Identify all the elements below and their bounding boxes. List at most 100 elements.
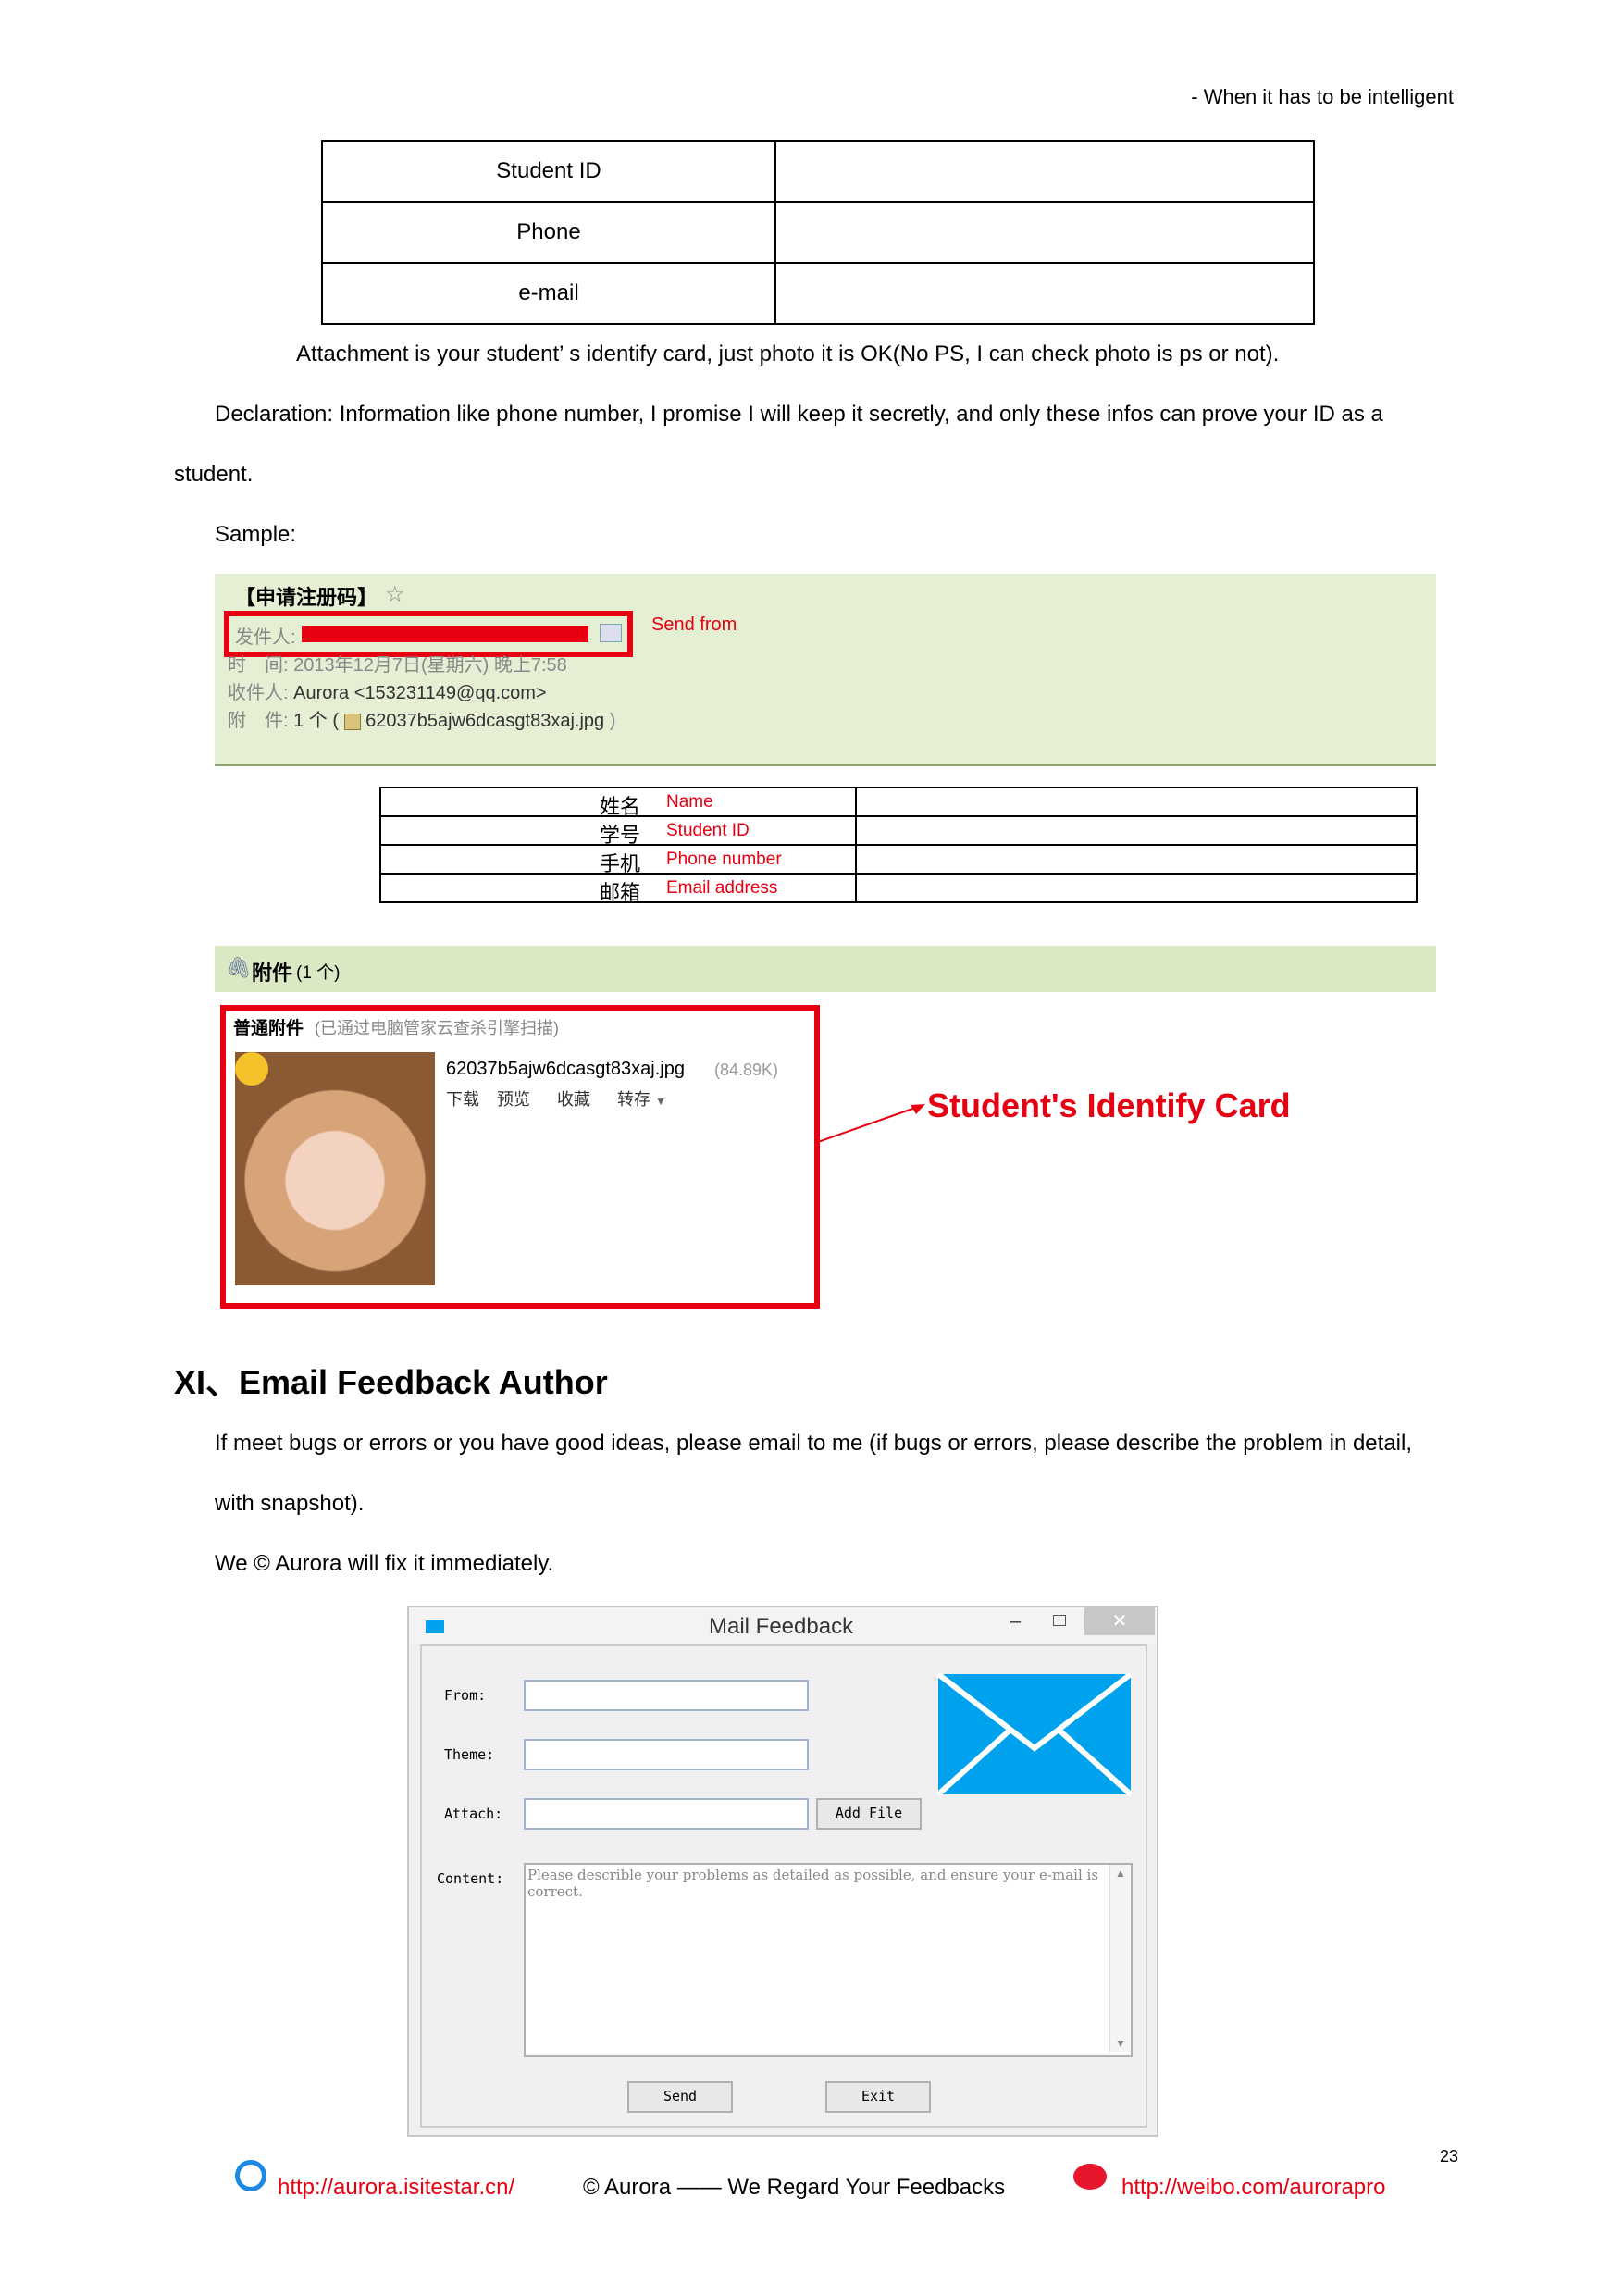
section-heading: XI、Email Feedback Author	[174, 1363, 608, 1401]
scroll-up-icon[interactable]: ▲	[1115, 1867, 1126, 1880]
sample-info-table: 姓名 Name 学号 Student ID 手机 Phone number 邮箱 Ema…	[379, 787, 1418, 904]
time-label: 时 间:	[228, 655, 289, 676]
sample-label: Sample:	[215, 522, 297, 547]
chevron-down-icon[interactable]: ▼	[655, 1095, 666, 1108]
favorite-link[interactable]: 收藏	[557, 1090, 590, 1109]
mail-feedback-window: Mail Feedback – ✕ From: Theme: Attach: A…	[407, 1606, 1158, 2137]
attachment-bar-label: 附件	[252, 962, 293, 985]
attachment-paragraph: Attachment is your student’ s identify c…	[296, 341, 1280, 366]
attach-input[interactable]	[524, 1798, 809, 1830]
envelope-icon	[936, 1672, 1133, 1796]
table-row: Phone	[321, 201, 1315, 264]
normal-attachment-label: 普通附件	[233, 1019, 304, 1038]
image-file-icon	[343, 713, 361, 730]
student-card-photo[interactable]	[235, 1052, 435, 1285]
identify-card-label: Student's Identify Card	[927, 1086, 1291, 1124]
attach-file[interactable]: 62037b5ajw6dcasgt83xaj.jpg	[365, 711, 604, 731]
scroll-down-icon[interactable]: ▼	[1115, 2037, 1126, 2050]
content-placeholder: Please describle your problems as detail…	[527, 1867, 1099, 1900]
table-value-cell	[774, 262, 1315, 325]
exit-button[interactable]: Exit	[825, 2081, 931, 2113]
window-body: From: Theme: Attach: Add File Content: P…	[420, 1644, 1147, 2128]
table-row: 姓名 Name	[379, 787, 1418, 818]
table-label: e-mail	[321, 262, 776, 325]
envelope-small-icon	[426, 1620, 444, 1633]
attach-label: Attach:	[444, 1806, 503, 1822]
window-titlebar[interactable]: Mail Feedback – ✕	[409, 1607, 1157, 1644]
declaration-paragraph-end: student.	[174, 462, 254, 487]
theme-label: Theme:	[444, 1746, 495, 1763]
attachment-bar-count: (1 个)	[296, 963, 341, 983]
table-label-cell: 学号 Student ID	[379, 815, 857, 847]
theme-input[interactable]	[524, 1739, 809, 1770]
to-value: Aurora <153231149@qq.com>	[293, 683, 547, 703]
mail-attachment: 附 件: 1 个 ( 62037b5ajw6dcasgt83xaj.jpg )	[228, 705, 615, 732]
star-icon[interactable]: ☆	[385, 581, 405, 608]
mail-subject: 【申请注册码】	[235, 586, 378, 609]
maximize-icon[interactable]	[1053, 1615, 1066, 1626]
declaration-paragraph: Declaration: Information like phone numb…	[215, 402, 1383, 427]
section-paragraph-end: with snapshot).	[215, 1491, 365, 1516]
file-actions: 下载 预览 收藏 转存 ▼	[446, 1086, 666, 1111]
table-row: e-mail	[321, 262, 1315, 325]
from-input[interactable]	[524, 1680, 809, 1711]
site-link[interactable]: http://aurora.isitestar.cn/	[278, 2175, 514, 2201]
window-title: Mail Feedback	[709, 1614, 854, 1639]
file-name[interactable]: 62037b5ajw6dcasgt83xaj.jpg	[446, 1059, 685, 1080]
weibo-link[interactable]: http://weibo.com/aurorapro	[1121, 2175, 1385, 2201]
save-to-link[interactable]: 转存	[617, 1090, 650, 1109]
section-note: We © Aurora will fix it immediately.	[215, 1551, 554, 1576]
label-en: Phone number	[666, 850, 782, 869]
footer-center-text: © Aurora —— We Regard Your Feedbacks	[583, 2175, 1006, 2200]
send-button[interactable]: Send	[627, 2081, 733, 2113]
page-number: 23	[1440, 2147, 1459, 2166]
preview-link[interactable]: 预览	[497, 1090, 530, 1109]
label-en: Name	[666, 792, 713, 812]
table-value-cell	[855, 787, 1418, 817]
attachment-bar: 🖇 附件 (1 个)	[215, 946, 1436, 992]
table-value-cell	[774, 201, 1315, 264]
minimize-icon[interactable]: –	[1010, 1611, 1021, 1632]
content-textarea[interactable]: Please describle your problems as detail…	[524, 1863, 1133, 2057]
attach-count: 1 个 (	[293, 711, 340, 731]
browser-icon	[235, 2160, 266, 2191]
sample-mail-header: 【申请注册码】 ☆ 发件人: Send from 时 间: 2013年12月7日…	[215, 574, 1436, 766]
student-info-table: Student ID Phone e-mail	[321, 140, 1315, 325]
contact-card-icon[interactable]	[600, 624, 622, 642]
content-label: Content:	[437, 1870, 504, 1887]
table-value-cell	[855, 815, 1418, 846]
table-value-cell	[774, 140, 1315, 203]
to-label: 收件人:	[228, 683, 289, 703]
arrow-icon	[817, 1104, 925, 1143]
scan-note: (已通过电脑管家云查杀引擎扫描)	[315, 1019, 559, 1037]
from-label: From:	[444, 1687, 487, 1704]
label-en: Student ID	[666, 821, 750, 840]
table-value-cell	[855, 844, 1418, 875]
table-label-cell: 姓名 Name	[379, 787, 857, 818]
table-row: Student ID	[321, 140, 1315, 203]
table-row: 手机 Phone number	[379, 844, 1418, 875]
label-cn: 邮箱	[599, 881, 640, 904]
table-label-cell: 邮箱 Email address	[379, 873, 857, 904]
table-value-cell	[855, 873, 1418, 903]
table-row: 学号 Student ID	[379, 815, 1418, 847]
time-value: 2013年12月7日(星期六) 晚上7:58	[293, 655, 567, 676]
from-label: 发件人:	[235, 627, 296, 648]
mail-time: 时 间: 2013年12月7日(星期六) 晚上7:58	[228, 650, 567, 676]
scrollbar[interactable]: ▲ ▼	[1109, 1865, 1131, 2052]
send-from-note: Send from	[651, 614, 737, 635]
add-file-button[interactable]: Add File	[816, 1798, 922, 1830]
download-link[interactable]: 下载	[446, 1090, 479, 1109]
table-label-cell: 手机 Phone number	[379, 844, 857, 875]
close-icon[interactable]: ✕	[1084, 1607, 1155, 1635]
header-tagline: - When it has to be intelligent	[1191, 85, 1454, 108]
paperclip-icon: 🖇	[226, 956, 252, 979]
label-en: Email address	[666, 878, 778, 898]
attach-close: )	[609, 711, 616, 731]
attach-label: 附 件:	[228, 711, 289, 731]
redacted-sender	[302, 626, 588, 642]
table-label: Student ID	[321, 140, 776, 203]
section-paragraph: If meet bugs or errors or you have good …	[215, 1431, 1412, 1456]
table-row: 邮箱 Email address	[379, 873, 1418, 904]
mail-to: 收件人: Aurora <153231149@qq.com>	[228, 677, 547, 704]
